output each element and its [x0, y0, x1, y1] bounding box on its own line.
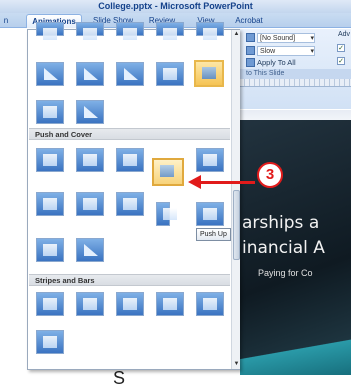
scroll-down-icon[interactable]: ▼ — [232, 360, 241, 369]
transition-thumb[interactable] — [196, 202, 224, 226]
window-title: College.pptx - Microsoft PowerPoint — [0, 0, 351, 13]
transition-thumb[interactable] — [76, 192, 104, 216]
speed-value: Slow — [260, 47, 276, 55]
transition-thumb[interactable] — [36, 330, 64, 354]
slide-title-line2: inancial A — [242, 238, 325, 258]
transition-thumb[interactable] — [36, 22, 64, 40]
transition-thumb[interactable] — [36, 62, 64, 86]
scroll-up-icon[interactable]: ▲ — [232, 30, 241, 39]
section-stripes-and-bars: Stripes and Bars — [29, 274, 230, 286]
ribbon-group-label: to This Slide — [240, 69, 351, 79]
sound-icon — [246, 33, 255, 42]
advance-on-click-checkbox[interactable]: ✓ — [337, 44, 345, 52]
gallery-scrollbar[interactable]: ▲ ▼ — [231, 30, 240, 369]
transition-thumb[interactable] — [196, 292, 224, 316]
transition-thumb[interactable] — [76, 22, 104, 40]
transition-thumb[interactable] — [156, 292, 184, 316]
ribbon-transition-group: [No Sound] ▾ Slow ▾ Apply To All Adv ✓ ✓… — [240, 29, 351, 109]
apply-all-label: Apply To All — [257, 58, 296, 67]
speed-icon — [246, 46, 255, 55]
transition-thumb[interactable] — [36, 100, 64, 124]
push-up-thumb[interactable] — [152, 158, 184, 186]
slide-title-line1: arships a — [242, 213, 320, 233]
bottom-text: S — [113, 368, 126, 388]
section-push-and-cover: Push and Cover — [29, 128, 230, 140]
slide-pane: arships a inancial A Paying for Co — [240, 110, 351, 388]
transition-thumb[interactable] — [116, 22, 144, 40]
transition-thumb-selected[interactable] — [194, 60, 224, 87]
transition-thumb[interactable] — [116, 192, 144, 216]
apply-all-icon — [246, 58, 255, 67]
tab-home[interactable]: n — [0, 14, 12, 28]
scroll-thumb[interactable] — [233, 190, 240, 260]
sound-row: [No Sound] ▾ — [246, 32, 315, 43]
slide-canvas[interactable]: arships a inancial A Paying for Co — [240, 120, 351, 375]
transition-thumb[interactable] — [156, 22, 184, 40]
advance-auto-checkbox[interactable]: ✓ — [337, 57, 345, 65]
arrow-left-icon — [188, 175, 201, 189]
chevron-down-icon: ▾ — [310, 34, 314, 42]
transition-thumb[interactable] — [76, 238, 104, 262]
speed-dropdown[interactable]: Slow ▾ — [257, 45, 315, 56]
transition-thumb[interactable] — [196, 22, 224, 40]
ruler — [240, 79, 351, 87]
slide-decoration — [240, 335, 351, 375]
transition-thumb[interactable] — [156, 62, 184, 86]
sound-value: [No Sound] — [260, 34, 296, 42]
speed-row: Slow ▾ — [246, 45, 315, 56]
transition-thumb[interactable] — [36, 238, 64, 262]
transition-thumb[interactable] — [76, 62, 104, 86]
transition-thumb[interactable] — [156, 202, 177, 226]
chevron-down-icon: ▾ — [310, 47, 314, 55]
slide-subtitle: Paying for Co — [258, 268, 313, 278]
transition-thumb[interactable] — [196, 148, 224, 172]
transition-thumb[interactable] — [36, 192, 64, 216]
sound-dropdown[interactable]: [No Sound] ▾ — [257, 32, 315, 43]
push-up-tooltip: Push Up — [196, 228, 231, 241]
advance-slide-label: Adv — [338, 31, 351, 38]
transition-thumb[interactable] — [76, 148, 104, 172]
tab-acrobat[interactable]: Acrobat — [232, 14, 266, 28]
apply-all-button[interactable]: Apply To All — [246, 57, 296, 68]
transition-thumb[interactable] — [116, 292, 144, 316]
step-callout: 3 — [257, 162, 283, 188]
transition-thumb[interactable] — [116, 148, 144, 172]
transition-thumb[interactable] — [116, 62, 144, 86]
transition-thumb[interactable] — [36, 148, 64, 172]
transition-thumb[interactable] — [36, 292, 64, 316]
transition-thumb[interactable] — [76, 292, 104, 316]
callout-arrow — [200, 181, 255, 184]
transition-thumb[interactable] — [76, 100, 104, 124]
transition-gallery: Push and Cover Stripes and Bars ▲ ▼ Push… — [27, 22, 240, 370]
